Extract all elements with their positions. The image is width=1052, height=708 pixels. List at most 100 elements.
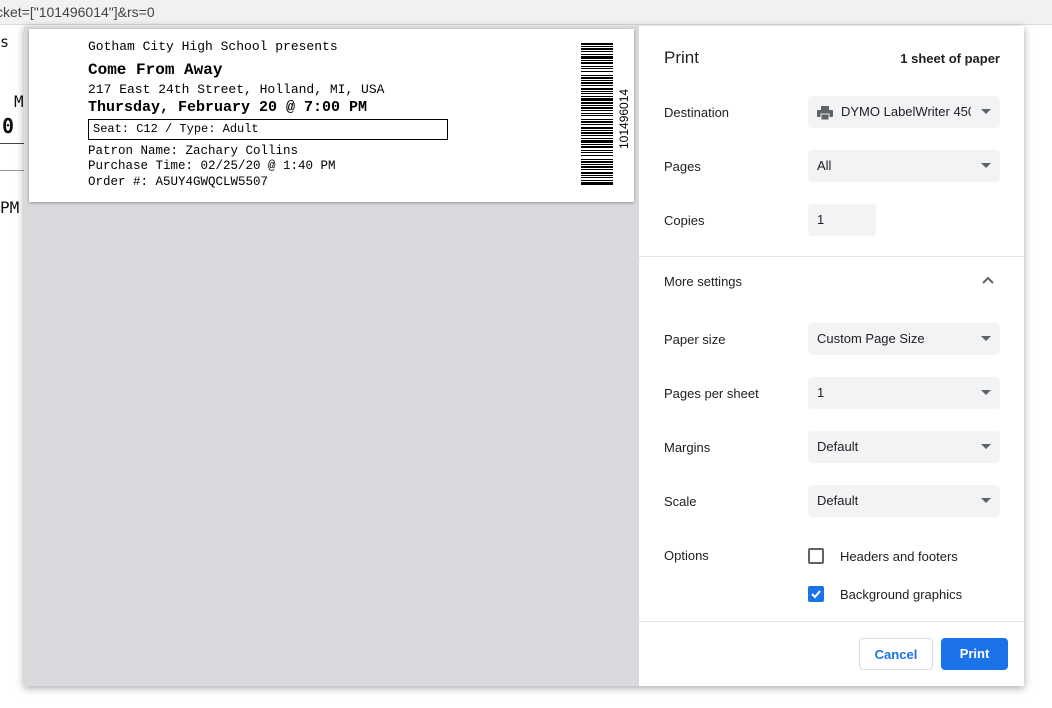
cancel-button[interactable]: Cancel (859, 638, 933, 670)
pages-per-sheet-value: 1 (817, 385, 825, 400)
pages-select[interactable]: All (808, 150, 1000, 182)
copies-label: Copies (664, 213, 705, 228)
barcode-stripe (581, 164, 613, 165)
headers-footers-label[interactable]: Headers and footers (840, 549, 958, 564)
barcode-stripe (581, 166, 613, 168)
barcode-stripe (581, 82, 613, 84)
barcode-stripe (581, 130, 613, 131)
bg-fragment-2: M (14, 92, 24, 111)
barcode-stripe (581, 85, 613, 86)
print-preview: Gotham City High School presents Come Fr… (24, 26, 639, 686)
barcode-stripe (581, 60, 613, 61)
barcode-stripe (581, 105, 613, 106)
barcode-stripe (581, 169, 613, 170)
barcode-stripe (581, 182, 613, 185)
sheet-count: 1 sheet of paper (900, 51, 1000, 66)
barcode-stripe (581, 132, 613, 134)
barcode-stripe (581, 140, 613, 143)
barcode-stripe (581, 62, 613, 64)
background-graphics-label[interactable]: Background graphics (840, 587, 962, 602)
copies-input[interactable]: 1 (808, 204, 876, 236)
divider (639, 621, 1024, 622)
barcode-number: 101496014 (617, 88, 631, 149)
barcode-stripe (581, 107, 613, 109)
ticket-seat-box: Seat: C12 / Type: Adult (88, 119, 448, 140)
barcode-stripe (581, 144, 613, 145)
barcode-stripe (581, 155, 613, 156)
scale-value: Default (817, 493, 859, 508)
paper-size-label: Paper size (664, 332, 726, 347)
bg-fragment-3: 0 (2, 114, 15, 138)
chevron-down-icon (981, 163, 991, 168)
print-settings-panel: Print 1 sheet of paper Destination DYMO … (639, 26, 1024, 686)
print-title: Print (664, 48, 699, 67)
barcode-stripe (581, 46, 613, 47)
barcode-stripe (581, 75, 613, 76)
chevron-down-icon (981, 109, 991, 114)
margins-label: Margins (664, 440, 711, 455)
ticket-date: Thursday, February 20 @ 7:00 PM (88, 99, 368, 116)
pages-per-sheet-label: Pages per sheet (664, 386, 759, 401)
options-label: Options (664, 548, 709, 563)
barcode-stripe (581, 127, 613, 129)
margins-value: Default (817, 439, 859, 454)
barcode-stripe (581, 96, 613, 97)
barcode-stripe (581, 48, 613, 50)
bg-divider (0, 143, 24, 144)
barcode-stripe (581, 172, 613, 174)
barcode-stripe (581, 115, 613, 116)
paper-size-value: Custom Page Size (817, 331, 925, 346)
barcode-stripe (581, 121, 613, 123)
destination-label: Destination (664, 105, 730, 120)
barcode-stripe (581, 51, 613, 52)
barcode-stripe (581, 110, 613, 111)
print-button[interactable]: Print (941, 638, 1008, 670)
pages-value: All (817, 158, 832, 173)
barcode-stripe (581, 180, 613, 181)
margins-select[interactable]: Default (808, 431, 1000, 463)
more-settings-label[interactable]: More settings (664, 274, 742, 289)
barcode (581, 43, 613, 185)
barcode-stripe (581, 175, 613, 176)
barcode-stripe (581, 77, 613, 79)
print-dialog: Gotham City High School presents Come Fr… (24, 26, 1024, 686)
barcode-stripe (581, 43, 613, 45)
bg-fragment-4: PM (0, 198, 20, 217)
destination-select[interactable]: DYMO LabelWriter 450 (808, 96, 1000, 128)
background-graphics-checkbox[interactable] (808, 586, 824, 602)
barcode-stripe (581, 113, 613, 114)
divider (639, 256, 1024, 257)
barcode-stripe (581, 177, 613, 178)
barcode-stripe (581, 119, 613, 120)
barcode-stripe (581, 98, 613, 101)
barcode-stripe (581, 146, 613, 148)
headers-footers-checkbox[interactable] (808, 548, 824, 564)
barcode-stripe (581, 138, 613, 139)
ticket-presents: Gotham City High School presents (88, 39, 338, 54)
chevron-up-icon[interactable] (982, 276, 994, 284)
chevron-down-icon (981, 498, 991, 503)
barcode-stripe (581, 66, 613, 67)
bg-fragment-1: s (0, 33, 10, 51)
paper-size-select[interactable]: Custom Page Size (808, 323, 1000, 355)
chevron-down-icon (981, 390, 991, 395)
barcode-stripe (581, 91, 613, 92)
ticket-page: Gotham City High School presents Come Fr… (29, 29, 634, 202)
barcode-stripe (581, 161, 613, 163)
barcode-stripe (581, 135, 613, 136)
barcode-stripe (581, 56, 613, 59)
ticket-venue: 217 East 24th Street, Holland, MI, USA (88, 82, 385, 97)
barcode-stripe (581, 124, 613, 125)
barcode-stripe (581, 88, 613, 90)
printer-icon (817, 105, 833, 120)
bg-divider (0, 170, 24, 171)
scale-label: Scale (664, 494, 697, 509)
barcode-stripe (581, 80, 613, 81)
url-bar[interactable]: cket=["101496014"]&rs=0 (0, 0, 1052, 25)
scale-select[interactable]: Default (808, 485, 1000, 517)
barcode-stripe (581, 159, 613, 160)
ticket-show-title: Come From Away (88, 61, 223, 79)
pages-per-sheet-select[interactable]: 1 (808, 377, 1000, 409)
ticket-patron: Patron Name: Zachary Collins (88, 144, 299, 158)
barcode-stripe (581, 93, 613, 94)
